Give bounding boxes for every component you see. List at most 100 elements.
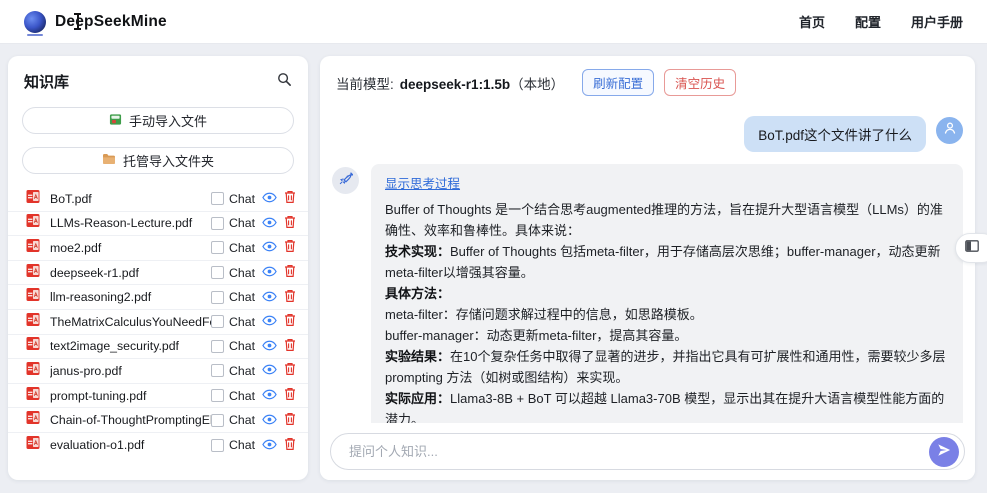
delete-file-button[interactable]: [284, 437, 296, 454]
file-row[interactable]: deepseek-r1.pdf Chat: [8, 261, 308, 286]
pdf-icon: [26, 386, 41, 406]
file-row[interactable]: TheMatrixCalculusYouNeedForDee....pdf Ch…: [8, 310, 308, 335]
brand[interactable]: DeepSeekMine: [24, 11, 167, 33]
eye-icon: [262, 314, 277, 329]
file-row[interactable]: BoT.pdf Chat: [8, 187, 308, 212]
delete-file-button[interactable]: [284, 289, 296, 306]
pdf-icon: [26, 189, 41, 209]
file-row[interactable]: text2image_security.pdf Chat: [8, 335, 308, 360]
assistant-text-line: 具体方法：: [385, 283, 949, 304]
trash-icon: [284, 239, 296, 256]
pdf-icon: [26, 410, 41, 430]
model-row: 当前模型: deepseek-r1:1.5b（本地） 刷新配置 清空历史: [320, 56, 975, 102]
clear-history-button[interactable]: 清空历史: [664, 69, 736, 96]
view-file-button[interactable]: [262, 413, 277, 428]
view-file-button[interactable]: [262, 339, 277, 354]
show-thinking-link[interactable]: 显示思考过程: [385, 173, 460, 192]
app-logo-icon: [24, 11, 46, 33]
delete-file-button[interactable]: [284, 338, 296, 355]
top-bar: DeepSeekMine 首页 配置 用户手册: [0, 0, 987, 44]
knowledge-base-panel: 知识库 手动导入文件 托管导入文件夹 BoT.pdf Chat: [8, 56, 308, 480]
eye-icon: [262, 413, 277, 428]
side-panel-toggle-button[interactable]: [955, 233, 987, 263]
pdf-icon: [26, 238, 41, 258]
chat-checkbox[interactable]: [211, 241, 224, 254]
chat-checkbox[interactable]: [211, 291, 224, 304]
view-file-button[interactable]: [262, 363, 277, 378]
panel-toggle-icon: [965, 239, 979, 257]
search-icon[interactable]: [277, 72, 292, 92]
sidebar-title: 知识库: [24, 71, 69, 92]
file-name: LLMs-Reason-Lecture.pdf: [50, 216, 211, 230]
chat-checkbox[interactable]: [211, 389, 224, 402]
delete-file-button[interactable]: [284, 313, 296, 330]
delete-file-button[interactable]: [284, 412, 296, 429]
file-row[interactable]: Chain-of-ThoughtPromptingElici....pdf Ch…: [8, 408, 308, 433]
import-folder-button[interactable]: 托管导入文件夹: [22, 147, 294, 174]
model-label: 当前模型:: [336, 73, 394, 93]
pdf-icon: [26, 213, 41, 233]
top-nav: 首页 配置 用户手册: [799, 12, 963, 31]
view-file-button[interactable]: [262, 265, 277, 280]
chat-checkbox[interactable]: [211, 192, 224, 205]
view-file-button[interactable]: [262, 216, 277, 231]
brand-name: DeepSeekMine: [55, 13, 167, 31]
eye-icon: [262, 290, 277, 305]
file-row[interactable]: moe2.pdf Chat: [8, 236, 308, 261]
delete-file-button[interactable]: [284, 264, 296, 281]
chat-checkbox-label: Chat: [229, 241, 255, 255]
chat-checkbox[interactable]: [211, 315, 224, 328]
chat-checkbox[interactable]: [211, 414, 224, 427]
trash-icon: [284, 289, 296, 306]
trash-icon: [284, 412, 296, 429]
trash-icon: [284, 264, 296, 281]
file-name: text2image_security.pdf: [50, 339, 211, 353]
chat-input-bar: [320, 423, 975, 480]
eye-icon: [262, 388, 277, 403]
chat-checkbox[interactable]: [211, 439, 224, 452]
send-button[interactable]: [929, 437, 959, 467]
delete-file-button[interactable]: [284, 387, 296, 404]
delete-file-button[interactable]: [284, 215, 296, 232]
chat-input[interactable]: [349, 444, 929, 459]
nav-home[interactable]: 首页: [799, 12, 825, 31]
chat-checkbox[interactable]: [211, 364, 224, 377]
delete-file-button[interactable]: [284, 190, 296, 207]
view-file-button[interactable]: [262, 438, 277, 453]
delete-file-button[interactable]: [284, 362, 296, 379]
view-file-button[interactable]: [262, 240, 277, 255]
file-row[interactable]: prompt-tuning.pdf Chat: [8, 384, 308, 409]
file-row[interactable]: LLMs-Reason-Lecture.pdf Chat: [8, 212, 308, 237]
view-file-button[interactable]: [262, 314, 277, 329]
assistant-text-line: 技术实现：Buffer of Thoughts 包括meta-filter，用于…: [385, 241, 949, 283]
chat-messages: BoT.pdf这个文件讲了什么 显示思考过程 Buffer of Thought…: [320, 102, 975, 474]
chat-checkbox[interactable]: [211, 266, 224, 279]
trash-icon: [284, 338, 296, 355]
green-card-icon: [109, 113, 122, 129]
delete-file-button[interactable]: [284, 239, 296, 256]
chat-checkbox-label: Chat: [229, 216, 255, 230]
chat-checkbox[interactable]: [211, 340, 224, 353]
view-file-button[interactable]: [262, 388, 277, 403]
chat-panel: 当前模型: deepseek-r1:1.5b（本地） 刷新配置 清空历史 BoT…: [320, 56, 975, 480]
eye-icon: [262, 216, 277, 231]
eye-icon: [262, 265, 277, 280]
eye-icon: [262, 438, 277, 453]
file-row[interactable]: llm-reasoning2.pdf Chat: [8, 285, 308, 310]
pdf-icon: [26, 361, 41, 381]
view-file-button[interactable]: [262, 191, 277, 206]
file-row[interactable]: evaluation-o1.pdf Chat: [8, 433, 308, 458]
paper-plane-icon: [937, 443, 951, 460]
file-row[interactable]: janus-pro.pdf Chat: [8, 359, 308, 384]
nav-user-manual[interactable]: 用户手册: [911, 12, 963, 31]
chat-checkbox-label: Chat: [229, 438, 255, 452]
nav-config[interactable]: 配置: [855, 12, 881, 31]
chat-checkbox[interactable]: [211, 217, 224, 230]
assistant-text-line: buffer-manager：动态更新meta-filter，提高其容量。: [385, 325, 949, 346]
trash-icon: [284, 362, 296, 379]
refresh-config-button[interactable]: 刷新配置: [582, 69, 654, 96]
import-file-button[interactable]: 手动导入文件: [22, 107, 294, 134]
folder-icon: [102, 153, 116, 168]
view-file-button[interactable]: [262, 290, 277, 305]
file-name: Chain-of-ThoughtPromptingElici....pdf: [50, 413, 211, 427]
